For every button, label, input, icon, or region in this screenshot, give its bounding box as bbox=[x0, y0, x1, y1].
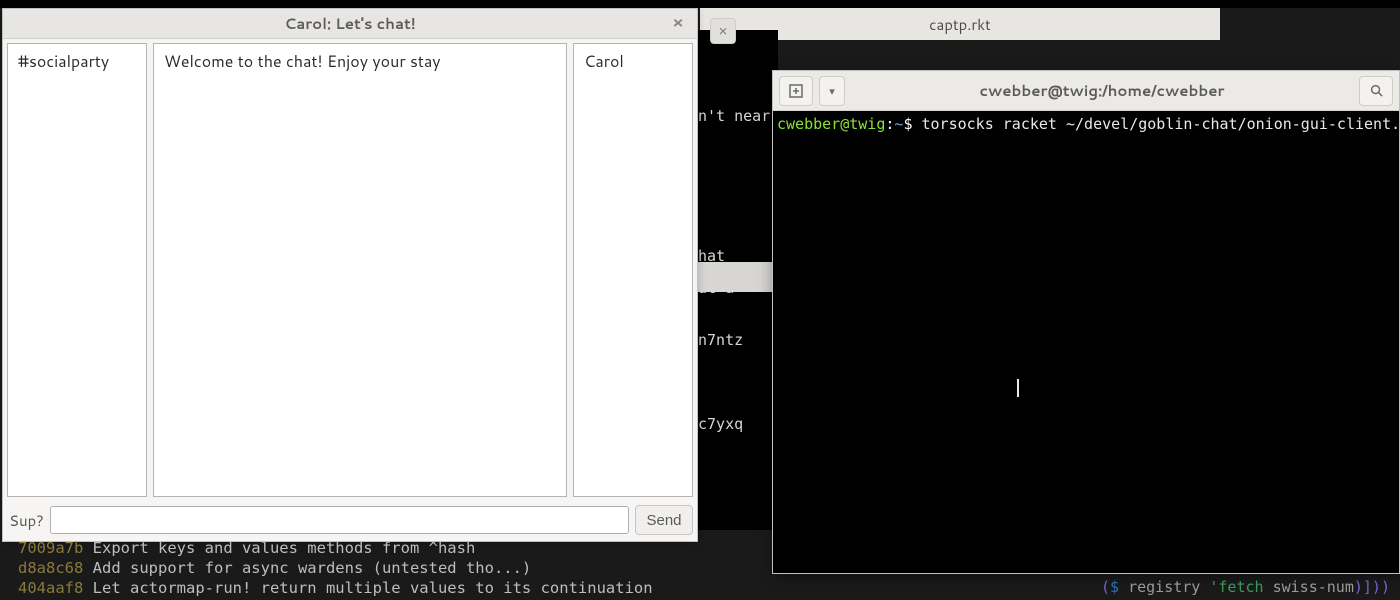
background-editor-tab: captp.rkt bbox=[700, 8, 1220, 40]
commit-hash: 404aaf8 bbox=[18, 579, 83, 597]
code-mid: registry bbox=[1119, 578, 1209, 596]
code-sym: 'fetch bbox=[1209, 578, 1263, 596]
commit-hash: d8a8c68 bbox=[18, 559, 83, 577]
user-list: Carol bbox=[573, 43, 693, 497]
channel-list[interactable]: #socialparty bbox=[7, 43, 147, 497]
code-paren: ( bbox=[1101, 578, 1110, 596]
system-message: Welcome to the chat! Enjoy your stay bbox=[164, 50, 556, 73]
commit-msg: Add support for async wardens (untested … bbox=[93, 559, 532, 577]
prompt-user: cwebber@twig bbox=[777, 115, 885, 133]
terminal-search-button[interactable] bbox=[1359, 76, 1393, 106]
terminal-window: ▾ cwebber@twig:/home/cwebber cwebber@twi… bbox=[772, 70, 1400, 574]
code-after: swiss-num bbox=[1264, 578, 1354, 596]
commit-hash: 7009a7b bbox=[18, 539, 83, 557]
code-dollar: $ bbox=[1110, 578, 1119, 596]
close-icon[interactable]: × bbox=[669, 14, 687, 32]
code-snippet: ($ registry 'fetch swiss-num)])) bbox=[1101, 578, 1390, 596]
chat-window: Carol: Let's chat! × #socialparty Welcom… bbox=[2, 8, 698, 542]
commit-msg: Export keys and values methods from ^has… bbox=[93, 539, 476, 557]
chat-window-title: Carol: Let's chat! bbox=[284, 13, 415, 34]
prompt-dollar: $ bbox=[903, 115, 921, 133]
new-tab-icon bbox=[788, 83, 804, 99]
chat-body: #socialparty Welcome to the chat! Enjoy … bbox=[3, 39, 697, 501]
desktop-topbar bbox=[0, 0, 1400, 8]
background-tab-close-button[interactable]: × bbox=[710, 18, 736, 44]
background-tab-title: captp.rkt bbox=[929, 14, 991, 35]
terminal-header: ▾ cwebber@twig:/home/cwebber bbox=[773, 71, 1399, 111]
terminal-command: torsocks racket ~/devel/goblin-chat/onio… bbox=[922, 115, 1400, 133]
user-item[interactable]: Carol bbox=[584, 50, 682, 73]
terminal-title: cwebber@twig:/home/cwebber bbox=[851, 80, 1353, 101]
new-tab-button[interactable] bbox=[779, 76, 813, 106]
bg-term-line: n't near bbox=[698, 102, 778, 130]
commit-msg: Let actormap-run! return multiple values… bbox=[93, 579, 653, 597]
bg-term-line: n7ntz bbox=[698, 326, 778, 354]
search-icon bbox=[1369, 83, 1384, 98]
terminal-menu-dropdown[interactable]: ▾ bbox=[819, 76, 845, 106]
chat-titlebar[interactable]: Carol: Let's chat! × bbox=[3, 9, 697, 39]
git-log: 7009a7b Export keys and values methods f… bbox=[18, 518, 653, 598]
bg-term-line: at a bbox=[698, 274, 734, 302]
text-cursor bbox=[1017, 379, 1019, 397]
message-area: Welcome to the chat! Enjoy your stay bbox=[153, 43, 567, 497]
chevron-down-icon: ▾ bbox=[829, 83, 835, 99]
background-terminal-strip: n't near hat n7ntz c7yxq at a bbox=[698, 30, 778, 530]
bg-term-line: c7yxq bbox=[698, 410, 778, 438]
terminal-body[interactable]: cwebber@twig:~$ torsocks racket ~/devel/… bbox=[773, 111, 1399, 573]
code-close: )])) bbox=[1354, 578, 1390, 596]
channel-item[interactable]: #socialparty bbox=[18, 50, 136, 73]
